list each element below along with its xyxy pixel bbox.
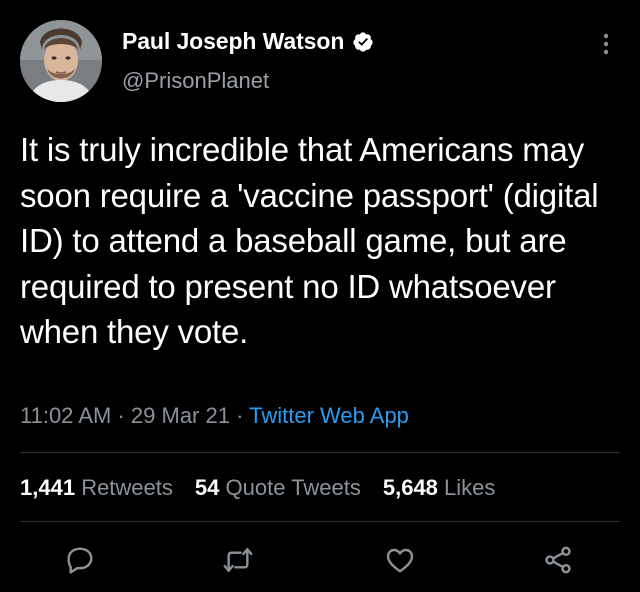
share-icon: [545, 546, 571, 574]
tweet-text: It is truly incredible that Americans ma…: [20, 131, 599, 350]
engagement-stats: 1,441 Retweets 54 Quote Tweets 5,648 Lik…: [20, 475, 495, 501]
reply-button[interactable]: [60, 540, 100, 580]
quote-tweets-stat[interactable]: 54 Quote Tweets: [195, 475, 361, 501]
likes-label: Likes: [444, 475, 496, 500]
retweet-button[interactable]: [218, 540, 258, 580]
tweet-metadata: 11:02 AM · 29 Mar 21 · Twitter Web App: [20, 403, 409, 429]
tweet-detail: Paul Joseph Watson @PrisonPlanet It is t…: [0, 0, 640, 592]
meta-separator: ·: [236, 403, 244, 428]
retweet-icon: [223, 548, 253, 572]
user-handle[interactable]: @PrisonPlanet: [122, 68, 269, 94]
meta-separator: ·: [117, 403, 125, 428]
share-button[interactable]: [538, 540, 578, 580]
like-icon: [386, 548, 414, 573]
retweets-count: 1,441: [20, 475, 76, 500]
retweets-label: Retweets: [81, 475, 173, 500]
quote-tweets-count: 54: [194, 475, 220, 500]
user-name-row[interactable]: Paul Joseph Watson: [122, 28, 374, 55]
retweets-stat[interactable]: 1,441 Retweets: [20, 475, 173, 501]
reply-icon: [67, 547, 93, 574]
tweet-source-link[interactable]: Twitter Web App: [249, 403, 409, 428]
divider: [20, 521, 620, 522]
more-vertical-icon: [603, 33, 609, 55]
tweet-date[interactable]: 29 Mar 21: [131, 403, 230, 428]
avatar[interactable]: [20, 20, 102, 102]
like-button[interactable]: [380, 540, 420, 580]
more-options-button[interactable]: [596, 30, 616, 58]
action-bar: [0, 540, 640, 584]
quote-tweets-label: Quote Tweets: [225, 475, 361, 500]
avatar-photo: [20, 20, 102, 102]
likes-count: 5,648: [382, 475, 438, 500]
likes-stat[interactable]: 5,648 Likes: [383, 475, 496, 501]
verified-badge-icon: [353, 31, 373, 52]
divider: [20, 452, 620, 453]
tweet-time[interactable]: 11:02 AM: [20, 403, 111, 428]
display-name[interactable]: Paul Joseph Watson: [122, 28, 344, 55]
